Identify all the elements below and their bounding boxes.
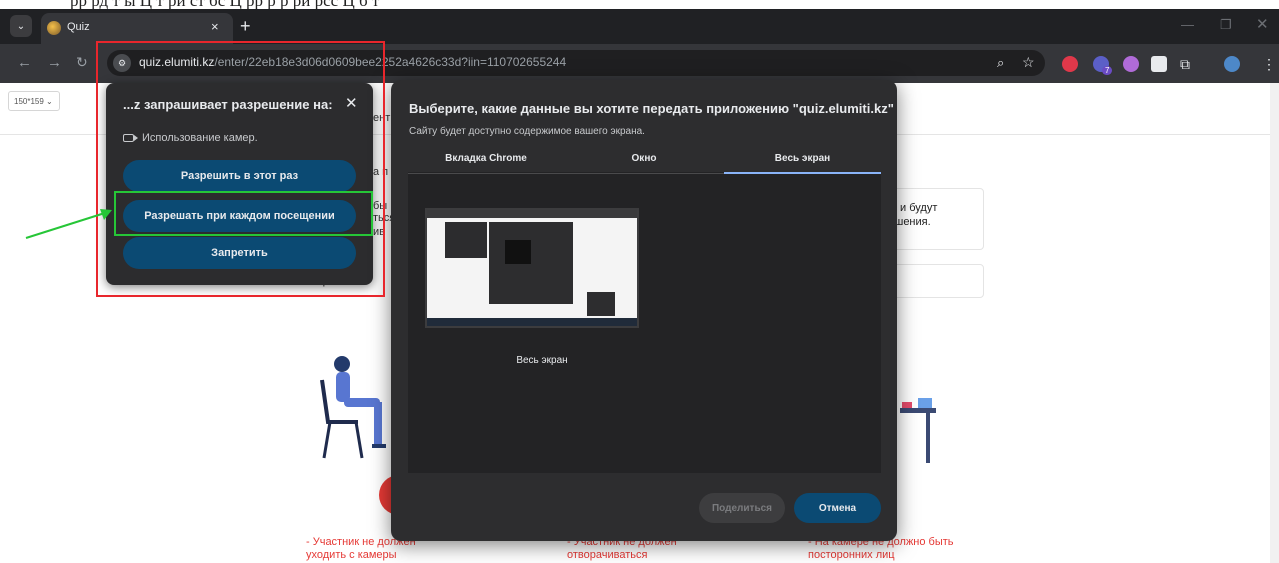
browser-tab-strip: ⌄ Quiz × + — ❐ ✕ <box>0 9 1279 44</box>
quiz-favicon-icon <box>47 21 61 35</box>
tab-search-chevron-icon[interactable]: ⌄ <box>10 15 32 37</box>
share-button[interactable]: Поделиться <box>699 493 785 523</box>
extension-badge: 7 <box>1102 66 1113 75</box>
close-window-icon[interactable]: ✕ <box>1256 15 1269 33</box>
screen-thumbnail-label: Весь экран <box>516 355 568 366</box>
extension-red-icon[interactable] <box>1062 56 1078 72</box>
screen-thumbnail[interactable] <box>425 208 639 328</box>
profile-avatar-icon[interactable] <box>1224 56 1240 72</box>
share-dialog-subtitle: Сайту будет доступно содержимое вашего э… <box>409 126 645 137</box>
extension-flower-icon[interactable] <box>1123 56 1139 72</box>
red-highlight-box <box>96 41 385 297</box>
tab-title: Quiz <box>67 21 90 33</box>
document-text: рр рд т ы Ц т ри ст бс Ц рр р р ри рсс Ц… <box>70 0 379 9</box>
tab-close-icon[interactable]: × <box>211 19 219 34</box>
extensions-puzzle-icon[interactable]: ⧉ <box>1180 56 1190 73</box>
tab-quiz[interactable]: Quiz × <box>41 13 233 44</box>
person-on-chair-illustration <box>320 356 386 459</box>
share-dialog-title: Выберите, какие данные вы хотите передат… <box>409 101 894 116</box>
zoom-icon[interactable]: ⌕ <box>997 55 1004 71</box>
green-arrow-icon <box>25 209 112 239</box>
tab-entire-screen[interactable]: Весь экран <box>724 153 881 173</box>
selected-tab-indicator <box>724 172 881 174</box>
screen-share-dialog: Выберите, какие данные вы хотите передат… <box>391 80 897 541</box>
menu-dots-icon[interactable]: ⋮ <box>1262 56 1276 73</box>
bookmark-star-icon[interactable]: ☆ <box>1022 54 1035 71</box>
document-text-strip: рр рд т ы Ц т ри ст бс Ц рр р р ри рсс Ц… <box>0 0 1279 9</box>
green-highlight-box <box>114 191 373 236</box>
share-source-panel: Весь экран <box>408 172 881 473</box>
forward-arrow-icon[interactable]: → <box>47 54 62 71</box>
tab-chrome-tab[interactable]: Вкладка Chrome <box>408 153 564 173</box>
page-scrollbar[interactable] <box>1270 83 1279 563</box>
desk-illustration <box>900 398 936 463</box>
zoom-select[interactable]: 150*159 ⌄ <box>8 91 60 111</box>
restore-icon[interactable]: ❐ <box>1220 17 1232 33</box>
new-tab-button[interactable]: + <box>240 16 251 37</box>
cancel-button[interactable]: Отмена <box>794 493 881 523</box>
extension-shield-icon[interactable] <box>1151 56 1167 72</box>
tab-window[interactable]: Окно <box>566 153 722 173</box>
minimize-icon[interactable]: — <box>1181 17 1194 32</box>
back-arrow-icon[interactable]: ← <box>17 54 32 71</box>
reload-icon[interactable]: ↻ <box>76 54 88 71</box>
zoom-select-value: 150*159 <box>14 97 44 106</box>
